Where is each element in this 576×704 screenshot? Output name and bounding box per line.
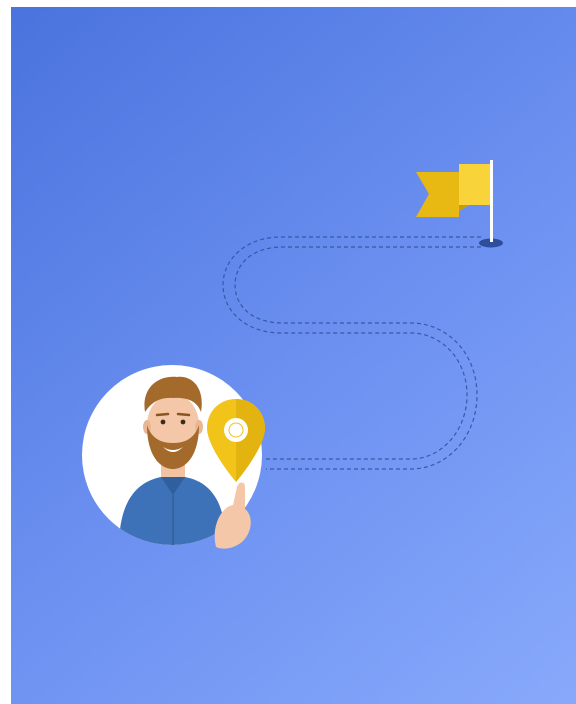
flag-icon (416, 160, 503, 248)
illustration (82, 160, 503, 549)
onboarding-card (11, 7, 576, 704)
